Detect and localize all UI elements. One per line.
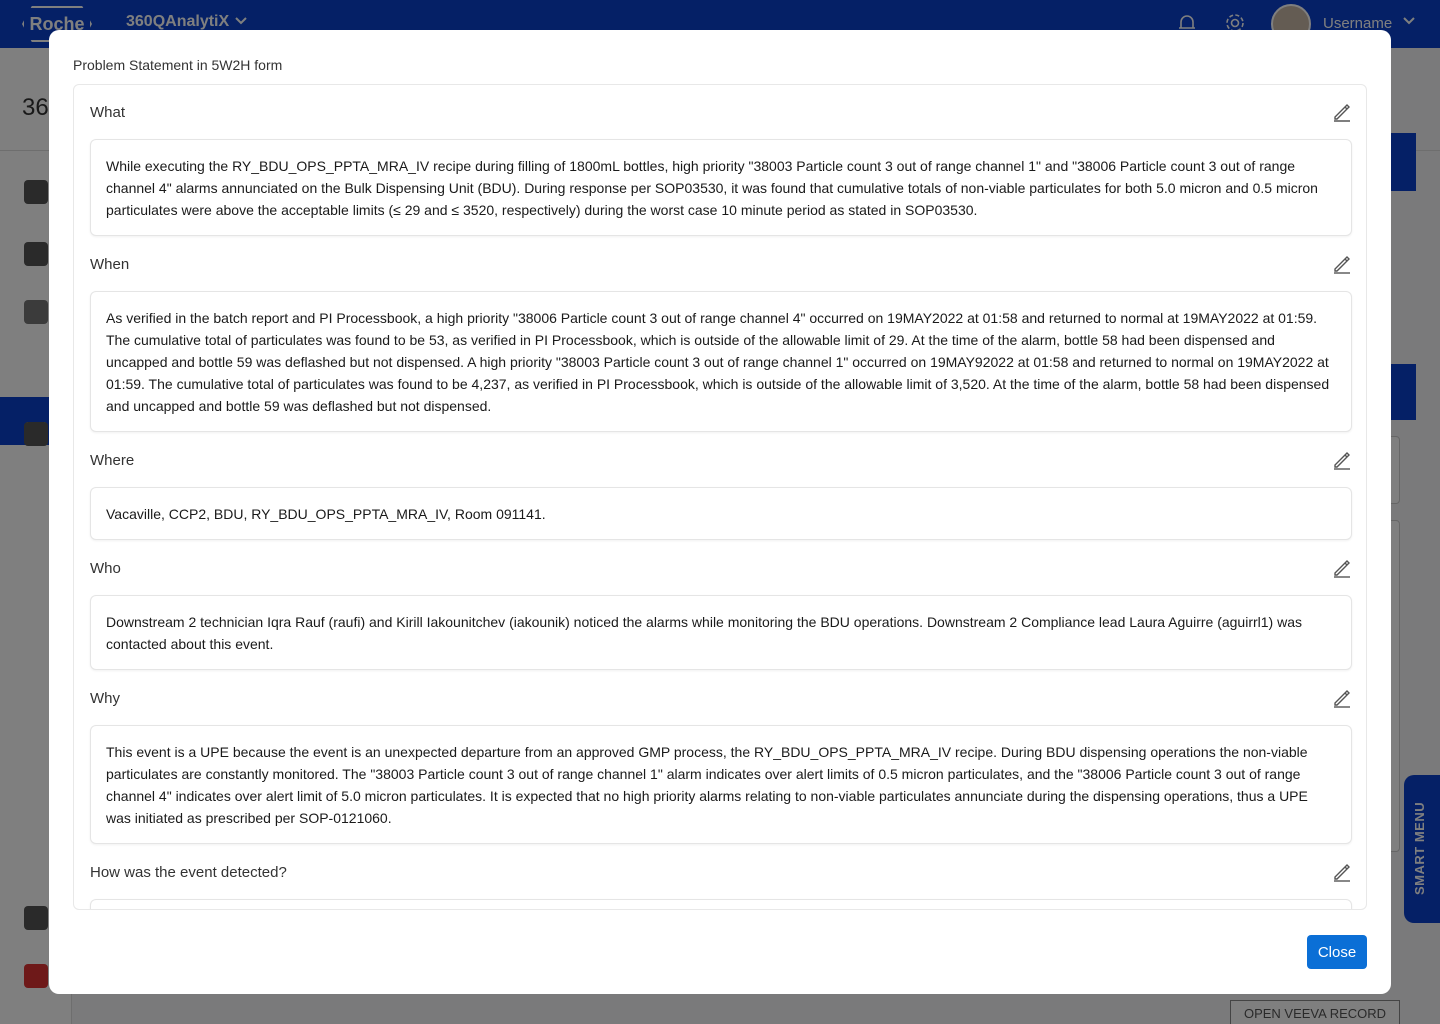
section-label: Who xyxy=(90,560,121,577)
modal-title: Problem Statement in 5W2H form xyxy=(73,57,283,73)
edit-icon[interactable] xyxy=(1332,688,1352,708)
section-text: As verified in the batch report and PI P… xyxy=(90,291,1352,432)
section-label: What xyxy=(90,104,126,121)
edit-icon[interactable] xyxy=(1332,102,1352,122)
section-text: Vacaville, CCP2, BDU, RY_BDU_OPS_PPTA_MR… xyxy=(90,487,1352,540)
close-button[interactable]: Close xyxy=(1307,935,1367,969)
edit-icon[interactable] xyxy=(1332,862,1352,882)
section-label: How was the event detected? xyxy=(90,864,287,881)
edit-icon[interactable] xyxy=(1332,450,1352,470)
section-text: This event is a UPE because the event is… xyxy=(90,725,1352,844)
section-label: When xyxy=(90,256,130,273)
section-text: While executing the RY_BDU_OPS_PPTA_MRA_… xyxy=(90,139,1352,236)
edit-icon[interactable] xyxy=(1332,254,1352,274)
edit-icon[interactable] xyxy=(1332,558,1352,578)
section-text xyxy=(90,899,1352,909)
section-label: Where xyxy=(90,452,135,469)
section-label: Why xyxy=(90,690,120,707)
section-text: Downstream 2 technician Iqra Rauf (raufi… xyxy=(90,595,1352,670)
problem-statement-modal: Problem Statement in 5W2H form What Whil… xyxy=(49,30,1391,994)
modal-body[interactable]: What While executing the RY_BDU_OPS_PPTA… xyxy=(73,84,1367,910)
